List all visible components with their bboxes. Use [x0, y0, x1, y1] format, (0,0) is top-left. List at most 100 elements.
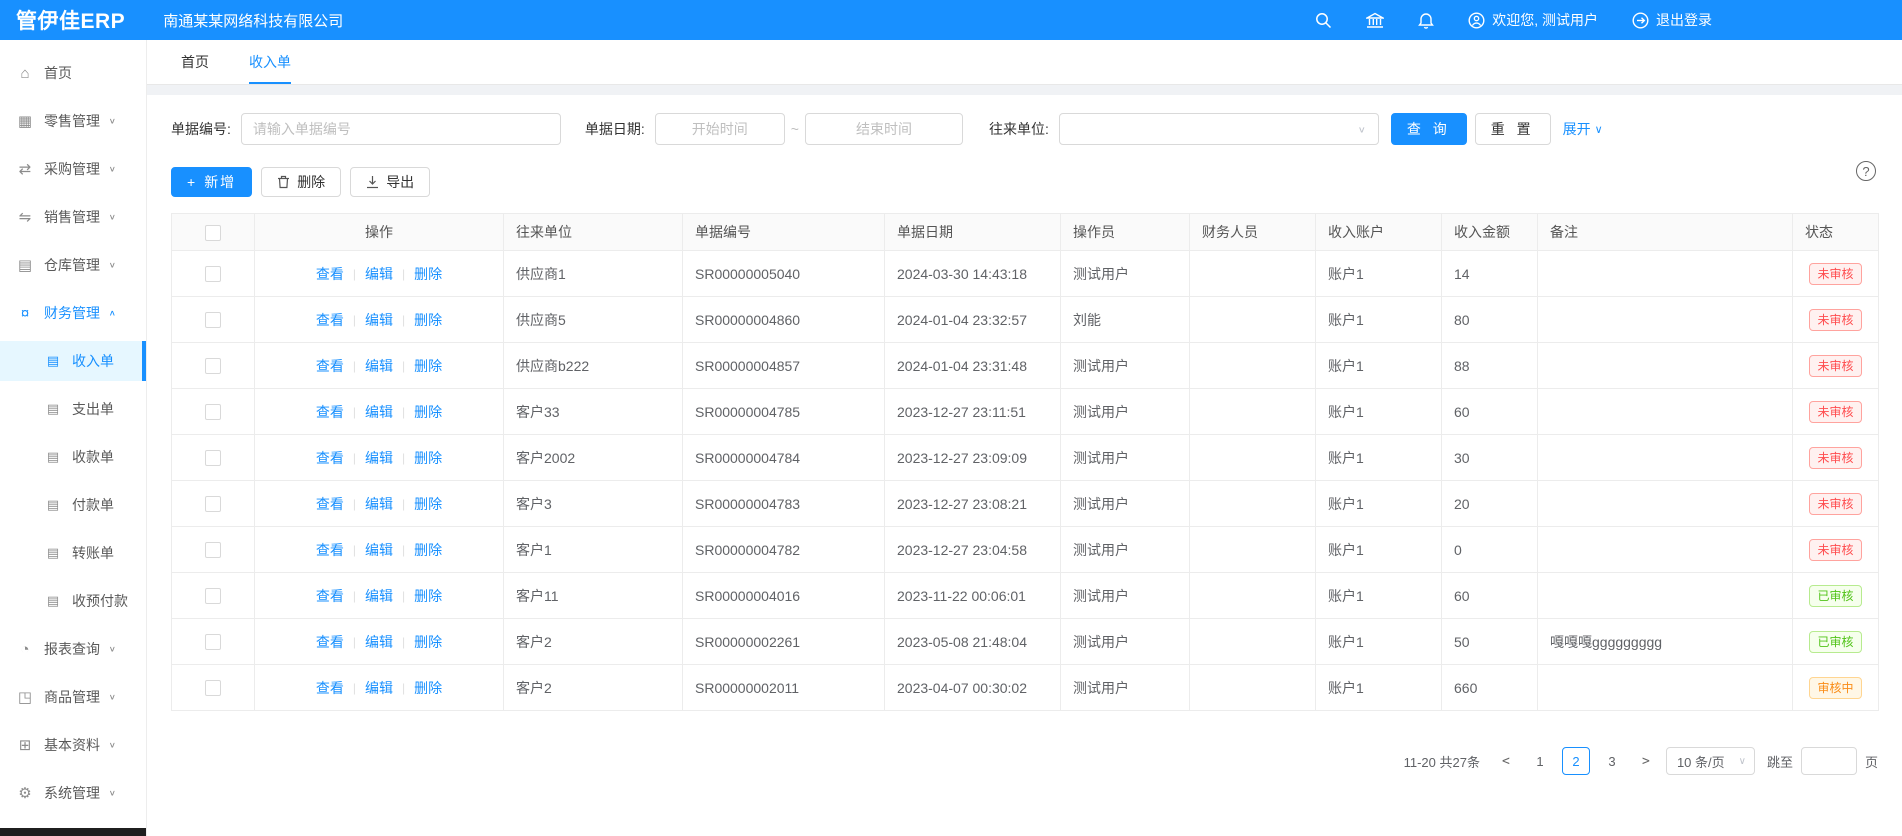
- view-link[interactable]: 查看: [316, 356, 344, 376]
- date-start-input[interactable]: [655, 113, 785, 145]
- sidebar-item-purchase-mgmt[interactable]: ⇄ 采购管理 ∨: [0, 149, 146, 189]
- delete-link[interactable]: 删除: [414, 264, 442, 284]
- edit-link[interactable]: 编辑: [365, 448, 393, 468]
- row-checkbox[interactable]: [205, 358, 221, 374]
- delete-link[interactable]: 删除: [414, 310, 442, 330]
- sidebar-item-income-bill[interactable]: ▤ 收入单: [0, 341, 146, 381]
- view-link[interactable]: 查看: [316, 310, 344, 330]
- delete-link[interactable]: 删除: [414, 632, 442, 652]
- bill-no-input[interactable]: [241, 113, 561, 145]
- delete-link[interactable]: 删除: [414, 540, 442, 560]
- home-icon: ⌂: [17, 65, 33, 82]
- page-number-3[interactable]: 3: [1598, 747, 1626, 775]
- row-checkbox[interactable]: [205, 680, 221, 696]
- expand-link[interactable]: 展开 ∨: [1563, 119, 1603, 139]
- sidebar-item-warehouse-mgmt[interactable]: ▤ 仓库管理 ∨: [0, 245, 146, 285]
- sidebar-item-base-data[interactable]: ⊞ 基本资料 ∨: [0, 725, 146, 765]
- row-checkbox[interactable]: [205, 588, 221, 604]
- sidebar-item-expense-bill[interactable]: ▤ 支出单: [0, 389, 146, 429]
- sidebar-item-goods-mgmt[interactable]: ◳ 商品管理 ∨: [0, 677, 146, 717]
- tab-bar: 首页收入单: [147, 40, 1902, 85]
- view-link[interactable]: 查看: [316, 402, 344, 422]
- view-link[interactable]: 查看: [316, 632, 344, 652]
- bank-icon[interactable]: [1366, 12, 1384, 29]
- notification-bell-icon[interactable]: [1418, 11, 1434, 29]
- cell-finance-staff: [1190, 251, 1316, 297]
- cell-bill-date: 2023-12-27 23:04:58: [885, 527, 1061, 573]
- chevron-up-icon: ∧: [109, 309, 116, 318]
- cell-operator: 测试用户: [1061, 573, 1190, 619]
- edit-link[interactable]: 编辑: [365, 678, 393, 698]
- report-icon: ◔: [17, 641, 33, 658]
- view-link[interactable]: 查看: [316, 586, 344, 606]
- edit-link[interactable]: 编辑: [365, 264, 393, 284]
- sidebar-item-sales-mgmt[interactable]: ⇋ 销售管理 ∨: [0, 197, 146, 237]
- tab-home[interactable]: 首页: [181, 40, 209, 84]
- next-page-button[interactable]: >: [1634, 747, 1658, 775]
- jump-to-input[interactable]: [1801, 747, 1857, 775]
- cell-income-amount: 80: [1442, 297, 1538, 343]
- page-number-1[interactable]: 1: [1526, 747, 1554, 775]
- sidebar-item-report-query[interactable]: ◔ 报表查询 ∨: [0, 629, 146, 669]
- add-button[interactable]: + 新增: [171, 167, 252, 197]
- delete-button[interactable]: 删除: [261, 167, 341, 197]
- edit-link[interactable]: 编辑: [365, 494, 393, 514]
- income-bill-page: 单据编号: 单据日期: ~ 往来单位: ∨ 查 询 重 置 展开 ∨: [147, 95, 1902, 836]
- sidebar-item-home[interactable]: ⌂ 首页: [0, 53, 146, 93]
- view-link[interactable]: 查看: [316, 264, 344, 284]
- row-checkbox[interactable]: [205, 312, 221, 328]
- page-number-2[interactable]: 2: [1562, 747, 1590, 775]
- row-checkbox[interactable]: [205, 496, 221, 512]
- select-all-checkbox[interactable]: [205, 225, 221, 241]
- delete-link[interactable]: 删除: [414, 448, 442, 468]
- row-checkbox[interactable]: [205, 634, 221, 650]
- search-icon[interactable]: [1315, 12, 1332, 29]
- sidebar-bottom-bar[interactable]: [0, 828, 146, 836]
- page-size-select[interactable]: 10 条/页 ∨: [1666, 747, 1755, 775]
- delete-link[interactable]: 删除: [414, 402, 442, 422]
- edit-link[interactable]: 编辑: [365, 310, 393, 330]
- edit-link[interactable]: 编辑: [365, 356, 393, 376]
- logout-button[interactable]: 退出登录: [1632, 10, 1712, 30]
- view-link[interactable]: 查看: [316, 494, 344, 514]
- date-end-input[interactable]: [805, 113, 963, 145]
- delete-link[interactable]: 删除: [414, 586, 442, 606]
- table-row: 查看|编辑|删除 客户2 SR00000002261 2023-05-08 21…: [172, 619, 1879, 665]
- delete-link[interactable]: 删除: [414, 356, 442, 376]
- cell-remark: 嘎嘎嘎ggggggggg: [1538, 619, 1793, 665]
- sidebar-item-finance-mgmt[interactable]: ¤ 财务管理 ∧: [0, 293, 146, 333]
- view-link[interactable]: 查看: [316, 540, 344, 560]
- prev-page-button[interactable]: <: [1494, 747, 1518, 775]
- sidebar-item-payment-bill[interactable]: ▤ 付款单: [0, 485, 146, 525]
- edit-link[interactable]: 编辑: [365, 540, 393, 560]
- sidebar-item-system-mgmt[interactable]: ⚙ 系统管理 ∨: [0, 773, 146, 813]
- row-checkbox[interactable]: [205, 542, 221, 558]
- doc-icon: ▤: [45, 353, 61, 369]
- edit-link[interactable]: 编辑: [365, 586, 393, 606]
- user-welcome[interactable]: 欢迎您, 测试用户: [1468, 10, 1598, 30]
- view-link[interactable]: 查看: [316, 678, 344, 698]
- basedata-icon: ⊞: [17, 736, 33, 754]
- cell-partner: 客户11: [504, 573, 683, 619]
- partner-select[interactable]: ∨: [1059, 113, 1379, 145]
- row-checkbox[interactable]: [205, 450, 221, 466]
- sidebar-item-transfer-bill[interactable]: ▤ 转账单: [0, 533, 146, 573]
- sidebar-item-receipt-bill[interactable]: ▤ 收款单: [0, 437, 146, 477]
- search-button[interactable]: 查 询: [1391, 113, 1467, 145]
- row-checkbox[interactable]: [205, 404, 221, 420]
- edit-link[interactable]: 编辑: [365, 632, 393, 652]
- view-link[interactable]: 查看: [316, 448, 344, 468]
- row-checkbox[interactable]: [205, 266, 221, 282]
- reset-button[interactable]: 重 置: [1475, 113, 1551, 145]
- edit-link[interactable]: 编辑: [365, 402, 393, 422]
- delete-link[interactable]: 删除: [414, 678, 442, 698]
- action-divider: |: [402, 451, 405, 465]
- sidebar-item-retail-mgmt[interactable]: ▦ 零售管理 ∨: [0, 101, 146, 141]
- cell-bill-no: SR00000002261: [683, 619, 885, 665]
- cell-bill-date: 2024-01-04 23:32:57: [885, 297, 1061, 343]
- sidebar-item-advance-bill[interactable]: ▤ 收预付款: [0, 581, 146, 621]
- export-button[interactable]: 导出: [350, 167, 430, 197]
- help-icon[interactable]: ?: [1856, 161, 1876, 181]
- tab-income-bill[interactable]: 收入单: [249, 40, 291, 84]
- delete-link[interactable]: 删除: [414, 494, 442, 514]
